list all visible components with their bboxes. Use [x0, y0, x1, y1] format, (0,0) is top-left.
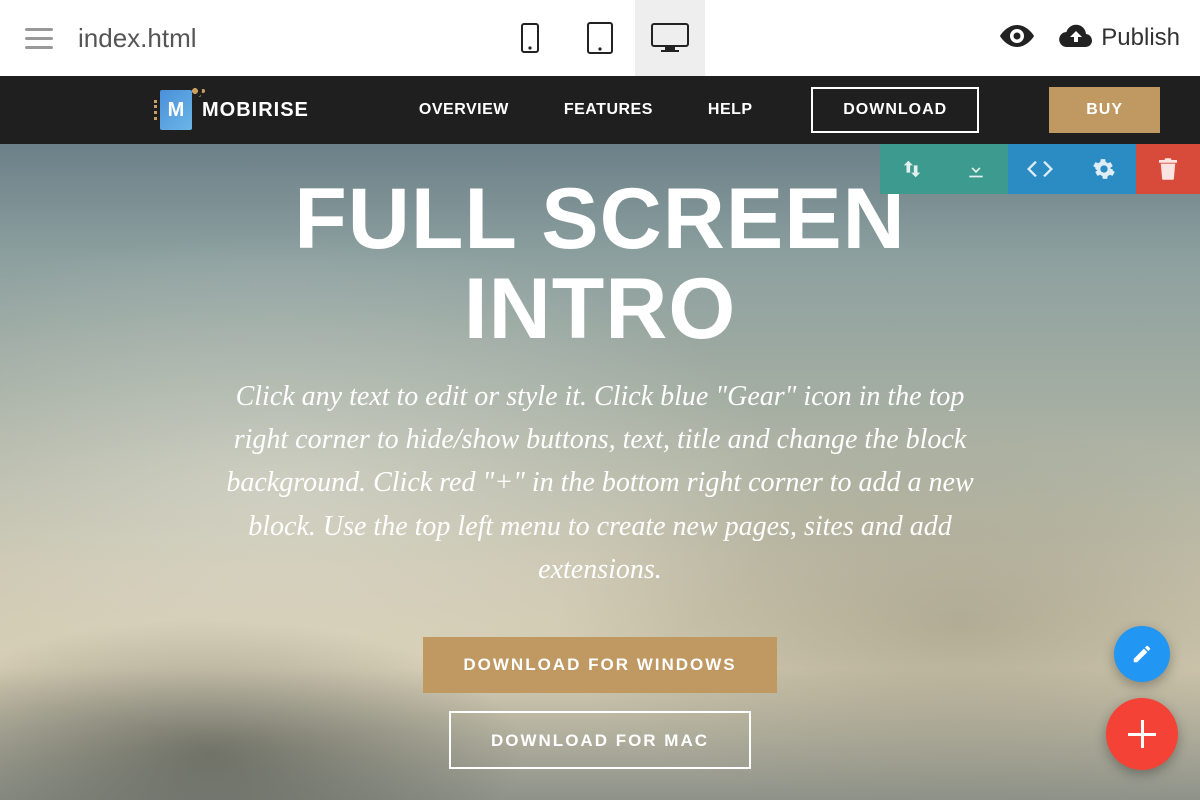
nav-help[interactable]: HELP: [708, 101, 753, 119]
nav-links: OVERVIEW FEATURES HELP: [419, 101, 753, 119]
nav-download-button[interactable]: DOWNLOAD: [811, 87, 979, 133]
trash-icon: [1159, 158, 1177, 180]
block-tools: [880, 144, 1200, 194]
menu-icon[interactable]: [20, 23, 58, 54]
download-icon: [966, 158, 986, 180]
publish-button[interactable]: Publish: [1059, 24, 1180, 53]
mobile-icon: [521, 23, 539, 53]
edit-fab[interactable]: [1114, 626, 1170, 682]
hero-buttons: DOWNLOAD FOR WINDOWS DOWNLOAD FOR MAC: [423, 637, 776, 769]
download-windows-button[interactable]: DOWNLOAD FOR WINDOWS: [423, 637, 776, 693]
brand-text: MOBIRISE: [202, 99, 309, 122]
gear-icon: [1093, 158, 1115, 180]
site-nav: M MOBIRISE OVERVIEW FEATURES HELP DOWNLO…: [0, 76, 1200, 144]
settings-button[interactable]: [1072, 144, 1136, 194]
publish-label: Publish: [1101, 24, 1180, 52]
cloud-upload-icon: [1059, 24, 1093, 53]
tablet-icon: [587, 22, 613, 54]
download-mac-button[interactable]: DOWNLOAD FOR MAC: [449, 711, 751, 769]
preview-button[interactable]: [1000, 25, 1034, 52]
hero-title-line1: FULL SCREEN: [294, 174, 905, 264]
move-block-button[interactable]: [880, 144, 944, 194]
eye-icon: [1000, 25, 1034, 47]
device-preview-group: [495, 0, 705, 76]
delete-block-button[interactable]: [1136, 144, 1200, 194]
hero-title[interactable]: FULL SCREEN INTRO: [294, 174, 905, 355]
app-bar: index.html Publish: [0, 0, 1200, 76]
nav-overview[interactable]: OVERVIEW: [419, 101, 509, 119]
hero-subtitle[interactable]: Click any text to edit or style it. Clic…: [220, 375, 980, 592]
save-block-button[interactable]: [944, 144, 1008, 194]
code-icon: [1027, 160, 1053, 178]
nav-buy-button[interactable]: BUY: [1049, 87, 1160, 133]
device-mobile-button[interactable]: [495, 0, 565, 76]
swap-vertical-icon: [901, 158, 923, 180]
pencil-icon: [1131, 643, 1153, 665]
nav-features[interactable]: FEATURES: [564, 101, 653, 119]
add-block-fab[interactable]: [1106, 698, 1178, 770]
hero-title-line2: INTRO: [294, 264, 905, 354]
device-tablet-button[interactable]: [565, 0, 635, 76]
filename-label[interactable]: index.html: [78, 23, 197, 54]
device-desktop-button[interactable]: [635, 0, 705, 76]
desktop-icon: [651, 23, 689, 53]
hero-block: FULL SCREEN INTRO Click any text to edit…: [0, 144, 1200, 800]
app-bar-right: Publish: [1000, 24, 1180, 53]
brand-logo-icon: M: [160, 90, 192, 130]
code-button[interactable]: [1008, 144, 1072, 194]
brand[interactable]: M MOBIRISE: [160, 90, 309, 130]
